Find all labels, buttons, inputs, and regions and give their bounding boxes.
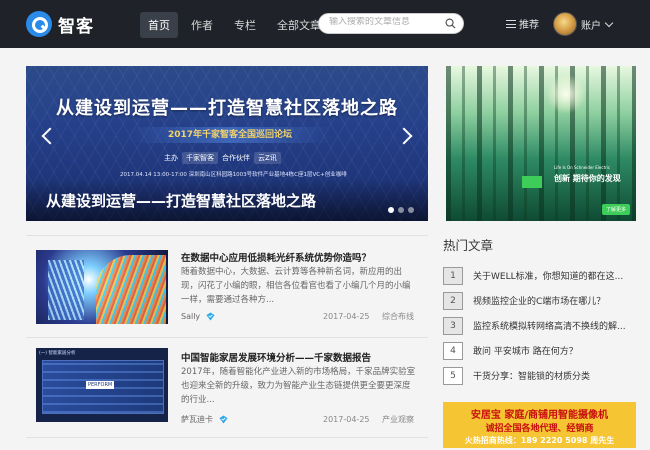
article-meta: 萨瓦迪卡 2017-04-25 产业观察 bbox=[181, 414, 419, 425]
main-nav: 首页 作者 专栏 全部文章 bbox=[140, 12, 334, 38]
verified-icon bbox=[219, 415, 228, 424]
hot-articles-list: 1 关于WELL标准，你想知道的都在这... 2 视频监控企业的C端市场在哪儿？… bbox=[443, 263, 638, 388]
site-logo[interactable]: 智客 bbox=[26, 11, 94, 37]
rank-badge: 1 bbox=[443, 266, 463, 285]
search-box bbox=[318, 13, 464, 34]
carousel-next-arrow-icon[interactable] bbox=[395, 127, 413, 145]
ad-slogan: 创新 期待你的发现 bbox=[554, 174, 621, 183]
rank-badge: 3 bbox=[443, 316, 463, 335]
hot-article-item[interactable]: 4 敢问 平安城市 路在何方？ bbox=[443, 338, 638, 363]
recommend-label: 推荐 bbox=[519, 20, 539, 31]
slide-caption[interactable]: 从建设到运营——打造智慧社区落地之路 bbox=[46, 190, 316, 211]
nav-authors[interactable]: 作者 bbox=[183, 12, 221, 38]
sidebar-ad-bottom[interactable]: 安居宝 家庭/商铺用智能摄像机 诚招全国各地代理、经销商 火热招商热线：189 … bbox=[443, 402, 636, 448]
carousel-dots bbox=[384, 207, 414, 213]
hot-article-title[interactable]: 关于WELL标准，你想知道的都在这... bbox=[473, 269, 638, 282]
slide-sponsors: 主办 千家智客 合作伙伴 云Z讯 bbox=[164, 152, 285, 164]
article-tag[interactable]: 综合布线 bbox=[382, 311, 414, 322]
hot-article-title[interactable]: 视频监控企业的C端市场在哪儿？ bbox=[473, 294, 638, 307]
ad-line-1: 安居宝 家庭/商铺用智能摄像机 bbox=[470, 410, 609, 421]
logo-icon bbox=[26, 11, 52, 37]
verified-icon bbox=[206, 312, 215, 321]
host-label: 主办 bbox=[164, 154, 178, 162]
sidebar-ad-banner[interactable]: Life Is On Schneider Electric 创新 期待你的发现 … bbox=[446, 66, 636, 221]
account-label: 账户 bbox=[581, 20, 601, 32]
ad-line-3: 火热招商热线：189 2220 5098 周先生 bbox=[464, 436, 615, 445]
search-icon[interactable] bbox=[445, 18, 456, 29]
divider bbox=[26, 235, 428, 236]
hot-article-item[interactable]: 1 关于WELL标准，你想知道的都在这... bbox=[443, 263, 638, 288]
nav-columns[interactable]: 专栏 bbox=[226, 12, 264, 38]
article-card: (一) 智能家居分析 中国智能家居发展环境分析——千家数据报告 2017年，随着… bbox=[26, 348, 428, 428]
nav-home[interactable]: 首页 bbox=[140, 12, 178, 38]
carousel-prev-arrow-icon[interactable] bbox=[41, 127, 59, 145]
avatar bbox=[553, 12, 577, 36]
recommend-button[interactable]: 推荐 bbox=[506, 16, 539, 31]
article-title[interactable]: 在数据中心应用低损耗光纤系统优势你造吗？ bbox=[181, 250, 371, 264]
hot-article-title[interactable]: 监控系统模拟转网络高清不换线的解... bbox=[473, 319, 638, 332]
ad-brand: Life Is On Schneider Electric bbox=[554, 165, 611, 170]
partner-logo: 云Z讯 bbox=[254, 152, 281, 164]
divider bbox=[26, 337, 428, 338]
carousel-dot-3[interactable] bbox=[408, 207, 414, 213]
account-menu[interactable]: 账户 bbox=[553, 12, 614, 36]
brand-logo-icon bbox=[522, 176, 542, 188]
article-date: 2017-04-25 bbox=[323, 415, 370, 424]
slide-date-line: 2017.04.14 13:00-17:00 深圳南山区科园路1003号软件产业… bbox=[120, 172, 347, 178]
hot-article-item[interactable]: 5 干货分享：智能锁的材质分类 bbox=[443, 363, 638, 388]
menu-icon bbox=[506, 19, 516, 28]
article-author[interactable]: 萨瓦迪卡 bbox=[181, 414, 213, 425]
hot-articles-heading: 热门文章 bbox=[443, 238, 494, 253]
slide-headline: 从建设到运营——打造智慧社区落地之路 bbox=[56, 98, 398, 119]
chevron-down-icon bbox=[604, 18, 614, 27]
article-summary: 随着数据中心，大数据、云计算等各种新名词，新应用的出现，闪花了小编的眼，相信各位… bbox=[181, 267, 411, 305]
carousel-dot-2[interactable] bbox=[398, 207, 404, 213]
rank-badge: 2 bbox=[443, 291, 463, 310]
slide-subtitle: 2017年千家智客全国巡回论坛 bbox=[130, 127, 330, 143]
partner-label: 合作伙伴 bbox=[222, 154, 250, 162]
article-card: 在数据中心应用低损耗光纤系统优势你造吗？ 随着数据中心，大数据、云计算等各种新名… bbox=[26, 248, 428, 328]
article-date: 2017-04-25 bbox=[323, 312, 370, 321]
rank-badge: 4 bbox=[443, 341, 463, 360]
rank-badge: 5 bbox=[443, 366, 463, 385]
carousel-dot-1[interactable] bbox=[388, 207, 394, 213]
article-thumbnail[interactable]: (一) 智能家居分析 bbox=[36, 348, 168, 422]
article-author[interactable]: Sally bbox=[181, 312, 200, 321]
host-logo: 千家智客 bbox=[182, 152, 218, 164]
top-navbar: 智客 首页 作者 专栏 全部文章 推荐 账户 bbox=[0, 0, 650, 48]
hot-article-title[interactable]: 敢问 平安城市 路在何方？ bbox=[473, 344, 638, 357]
thumbnail-label: (一) 智能家居分析 bbox=[39, 351, 76, 356]
site-name: 智客 bbox=[58, 16, 94, 37]
article-tag[interactable]: 产业观察 bbox=[382, 414, 414, 425]
divider bbox=[26, 437, 428, 438]
hot-article-title[interactable]: 干货分享：智能锁的材质分类 bbox=[473, 369, 638, 382]
ad-line-2: 诚招全国各地代理、经销商 bbox=[485, 424, 594, 434]
hero-carousel[interactable]: 从建设到运营——打造智慧社区落地之路 2017年千家智客全国巡回论坛 主办 千家… bbox=[26, 66, 428, 221]
search-input[interactable] bbox=[329, 17, 439, 27]
article-title[interactable]: 中国智能家居发展环境分析——千家数据报告 bbox=[181, 350, 371, 364]
hot-article-item[interactable]: 2 视频监控企业的C端市场在哪儿？ bbox=[443, 288, 638, 313]
hot-article-item[interactable]: 3 监控系统模拟转网络高清不换线的解... bbox=[443, 313, 638, 338]
learn-more-button[interactable]: 了解更多 bbox=[601, 204, 630, 215]
article-summary: 2017年，随着智能化产业进入新的市场格局，千家品牌实验室也迎来全新的升级，致力… bbox=[181, 367, 416, 405]
article-thumbnail[interactable] bbox=[36, 250, 168, 324]
article-meta: Sally 2017-04-25 综合布线 bbox=[181, 312, 419, 321]
